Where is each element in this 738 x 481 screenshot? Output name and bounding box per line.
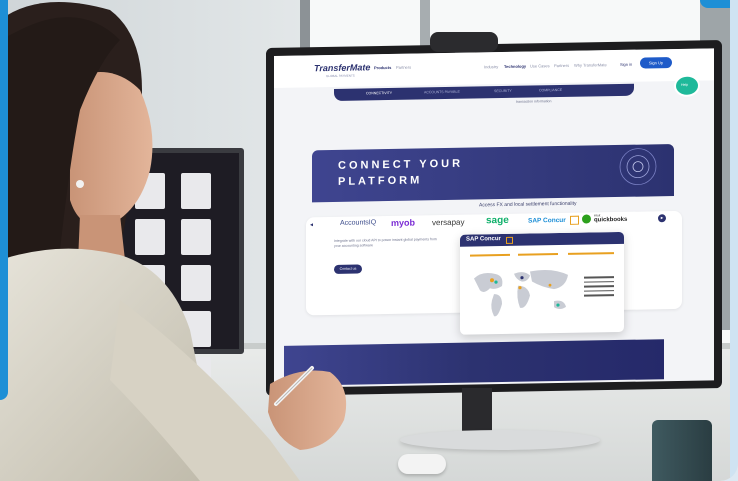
card-lines — [584, 276, 614, 299]
monitor-base — [400, 430, 600, 450]
mouse-icon — [398, 454, 446, 474]
tab-security[interactable]: SECURITY — [494, 89, 512, 93]
logo-sage: sage — [486, 214, 509, 227]
logo-sap-concur: SAP Concur — [528, 216, 566, 225]
frame-right-edge — [730, 0, 738, 481]
nav-link-partners[interactable]: Partners — [396, 65, 411, 70]
nav-link-technology[interactable]: Technology — [504, 64, 526, 69]
logo-myob: myob — [391, 217, 416, 228]
logo-quickbooks: quickbooks — [594, 216, 628, 224]
photo-scene: TransferMate GLOBAL PAYMENTS Products Pa… — [0, 0, 738, 481]
section-tabs: CONNECTIVITY ACCOUNTS PAYABLE SECURITY C… — [334, 83, 634, 101]
hero-banner: CONNECT YOUR PLATFORM — [312, 144, 674, 203]
hero-subtitle: Access FX and local settlement functiona… — [479, 200, 577, 209]
world-map-icon — [474, 269, 568, 317]
sap-concur-card: SAP Concur — [460, 231, 624, 335]
tab-accounts-payable[interactable]: ACCOUNTS PAYABLE — [424, 90, 460, 95]
nav-link-use-cases[interactable]: Use Cases — [530, 63, 550, 68]
card-bar-2 — [518, 253, 558, 256]
tab-compliance[interactable]: COMPLIANCE — [539, 88, 562, 92]
nav-link-why[interactable]: Why TransferMate — [574, 62, 607, 68]
target-rings-icon — [619, 148, 657, 186]
card-header: SAP Concur — [460, 231, 624, 247]
card-title: SAP Concur — [466, 236, 501, 243]
nav-link-industry[interactable]: Industry — [484, 64, 498, 69]
card-mark-icon — [506, 236, 513, 244]
carousel-next-icon[interactable]: ▸ — [658, 214, 666, 223]
sign-up-button[interactable]: Sign Up — [640, 57, 672, 69]
frame-left-edge — [0, 0, 8, 400]
quickbooks-icon — [582, 214, 591, 224]
webcam-icon — [430, 32, 498, 52]
person-figure — [0, 2, 347, 481]
nav-link-partners-right[interactable]: Partners — [554, 63, 569, 68]
help-button[interactable]: Help — [676, 76, 698, 95]
info-text: transaction information — [516, 99, 552, 104]
nav-link-products[interactable]: Products — [374, 65, 391, 70]
mug-icon — [652, 420, 712, 481]
tab-connectivity[interactable]: CONNECTIVITY — [366, 91, 392, 95]
logo-versapay: versapay — [432, 217, 465, 228]
card-bar-3 — [568, 252, 614, 255]
sign-in-link[interactable]: Sign in — [620, 62, 632, 67]
sap-concur-mark-icon — [570, 215, 579, 225]
card-bar-1 — [470, 253, 510, 257]
